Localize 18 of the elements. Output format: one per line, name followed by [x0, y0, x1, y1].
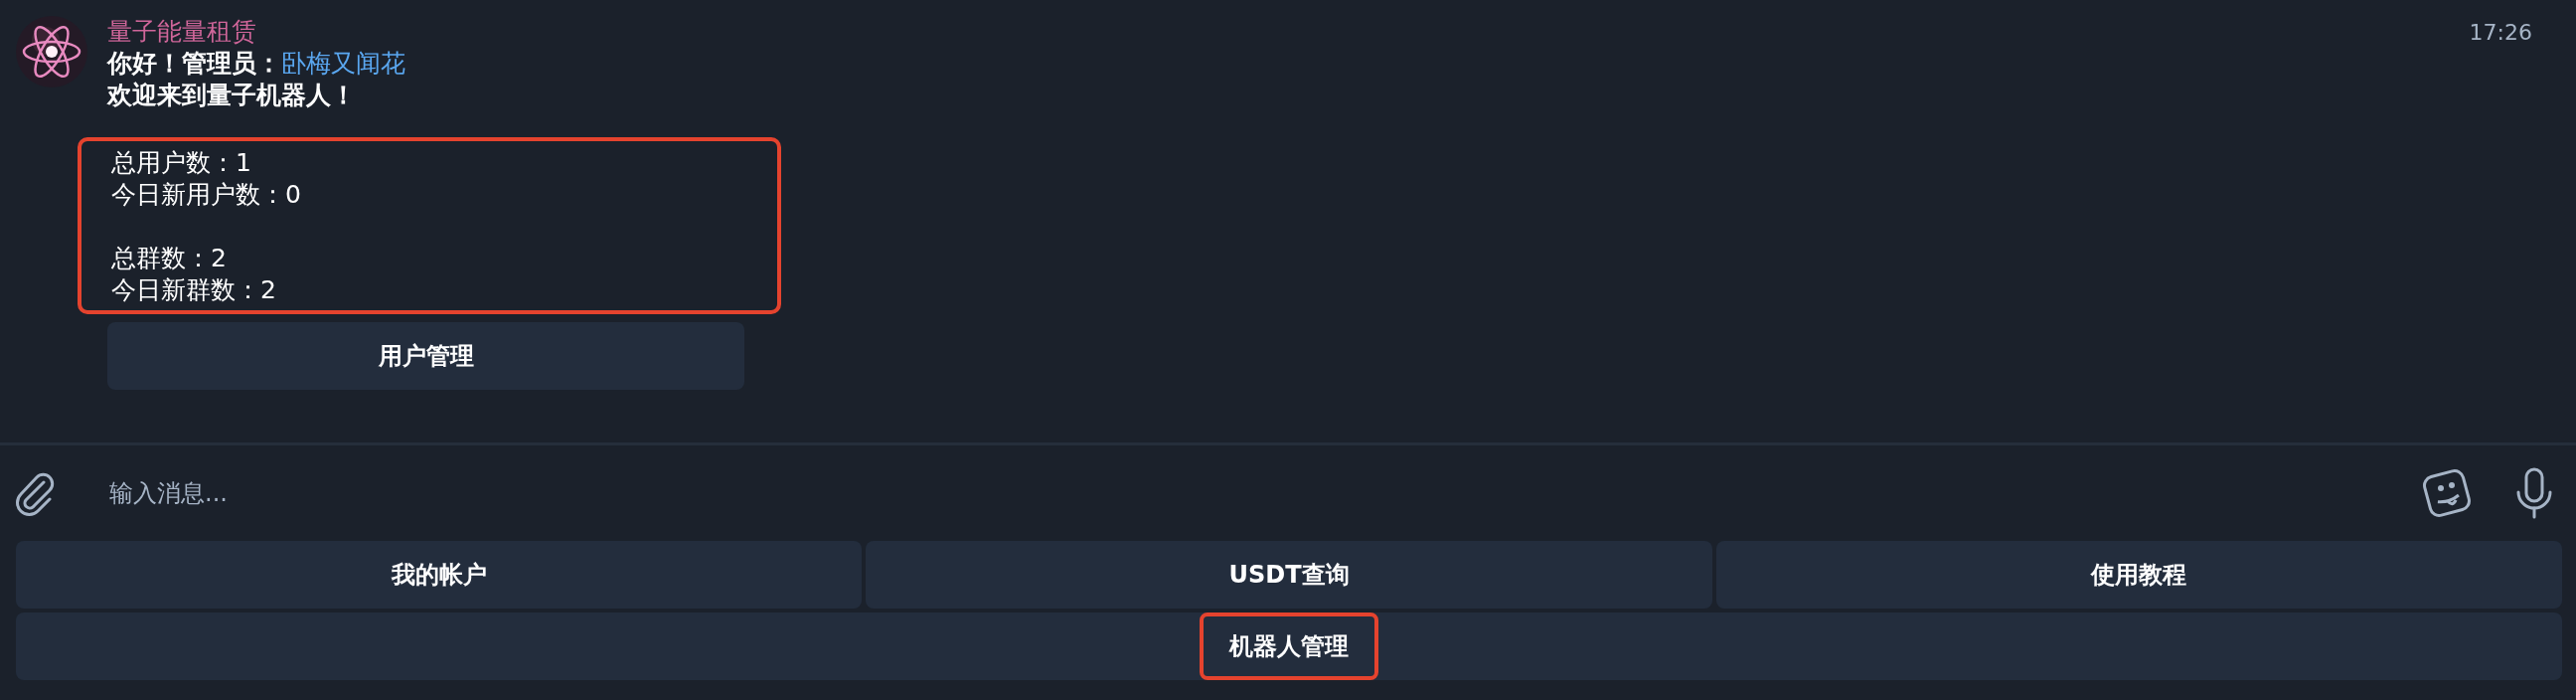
atom-avatar-icon [16, 16, 87, 88]
keyboard-button[interactable]: USDT查询 [866, 541, 1712, 609]
keyboard-button[interactable]: 我的帐户 [16, 541, 863, 609]
microphone-icon[interactable] [2514, 466, 2554, 520]
stat-line: 总群数：2 [111, 243, 227, 274]
message-input[interactable]: 输入消息... [107, 478, 2419, 508]
highlight-frame: 机器人管理 [1200, 612, 1378, 680]
inline-button[interactable]: 用户管理 [107, 322, 744, 390]
stat-line: 今日新用户数：0 [111, 179, 301, 211]
sender-name[interactable]: 量子能量租赁 [107, 16, 256, 48]
stat-line: 总用户数：1 [111, 147, 251, 179]
message-time: 17:26 [2469, 20, 2532, 45]
welcome-text: 欢迎来到量子机器人！ [107, 80, 356, 111]
username-link[interactable]: 卧梅又闻花 [281, 49, 405, 78]
keyboard-button[interactable]: 机器人管理 [16, 612, 2562, 680]
keyboard-button[interactable]: 使用教程 [1715, 541, 2562, 609]
greeting-text: 你好！管理员：卧梅又闻花 [107, 48, 405, 80]
stat-line: 今日新群数：2 [111, 274, 276, 306]
